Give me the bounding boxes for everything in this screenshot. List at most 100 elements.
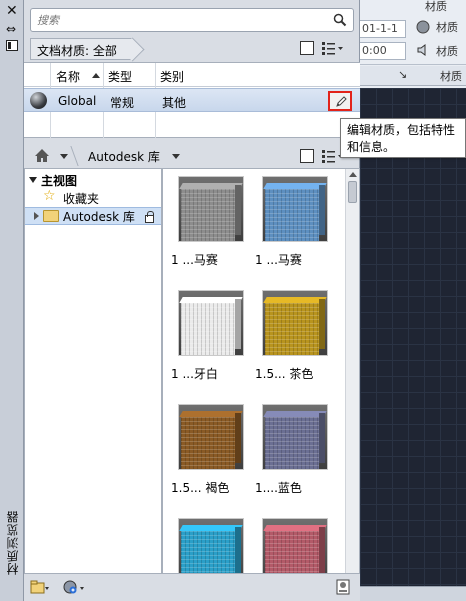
cube-front-face xyxy=(181,531,235,573)
search-icon[interactable] xyxy=(333,13,347,27)
document-materials-bar: 文档材质: 全部 xyxy=(30,38,354,60)
status-bar xyxy=(360,586,466,601)
scroll-up-icon[interactable] xyxy=(349,172,357,177)
cube-top-face xyxy=(263,183,327,189)
material-browser-panel: 文档材质: 全部 名称 类型 类别 Global 常规 其他 xyxy=(24,0,360,601)
cube-side-face xyxy=(235,413,241,463)
cube-front-face xyxy=(265,531,319,573)
star-icon: ☆ xyxy=(43,188,56,204)
ribbon-panel-bar: ↘ 材质 xyxy=(360,66,466,86)
list-view-icon[interactable] xyxy=(322,41,344,55)
library-breadcrumb[interactable]: Autodesk 库 xyxy=(88,146,160,166)
material-swatch-tile[interactable]: 1 ...马赛 xyxy=(251,177,335,287)
material-swatch-label: 1 ...牙白 xyxy=(171,367,218,381)
cube-side-face xyxy=(235,299,241,349)
home-dropdown-icon[interactable] xyxy=(60,154,68,159)
pencil-icon xyxy=(336,96,347,107)
cube-front-face xyxy=(265,189,319,241)
edit-material-tooltip: 编辑材质，包括特性 和信息。 xyxy=(340,118,466,158)
material-cube-preview xyxy=(179,405,243,469)
cube-top-face xyxy=(263,525,327,531)
column-header-name[interactable]: 名称 xyxy=(56,68,80,85)
autohide-icon[interactable]: ⇔ xyxy=(6,22,16,36)
sort-ascending-icon xyxy=(92,73,100,78)
cube-front-face xyxy=(181,303,235,355)
ribbon-item-material-1[interactable]: 材质 xyxy=(425,0,447,14)
column-header-type[interactable]: 类型 xyxy=(108,68,132,85)
library-dropdown-icon[interactable] xyxy=(172,154,180,159)
material-swatch-tile[interactable]: 1.5... 茶色 xyxy=(251,291,335,401)
sphere-icon xyxy=(416,20,430,34)
cube-top-face xyxy=(179,411,243,417)
material-cube-preview xyxy=(179,519,243,573)
cube-top-face xyxy=(263,297,327,303)
material-editor-icon[interactable] xyxy=(336,579,350,595)
expand-icon[interactable] xyxy=(34,212,39,220)
material-cube-preview xyxy=(263,291,327,355)
model-space-canvas[interactable] xyxy=(360,88,466,586)
tree-root-label: 主视图 xyxy=(41,174,78,188)
palette-title: 材质浏览器 xyxy=(6,510,20,575)
collapse-icon[interactable] xyxy=(29,177,37,183)
create-material-icon[interactable] xyxy=(62,579,86,595)
ribbon-panel-expander-icon[interactable]: ↘ xyxy=(398,68,407,81)
material-swatch-label: 1....蓝色 xyxy=(255,481,302,495)
tree-item-autodesk-library[interactable]: Autodesk 库 xyxy=(25,207,161,225)
cube-side-face xyxy=(319,527,325,573)
ribbon-panel-title: 材质 xyxy=(440,70,462,83)
material-swatch-tile[interactable]: 1 ...马赛 xyxy=(167,177,251,287)
material-swatch-tile[interactable]: 1....蓝色 xyxy=(251,405,335,515)
speaker-icon xyxy=(417,44,426,56)
library-display-toggle-icon[interactable] xyxy=(300,149,314,163)
document-materials-breadcrumb[interactable]: 文档材质: 全部 xyxy=(30,38,133,60)
material-cube-preview xyxy=(263,177,327,241)
scrollbar-thumb[interactable] xyxy=(348,181,357,203)
material-category: 其他 xyxy=(162,96,187,110)
material-swatch-label: 1 ...马赛 xyxy=(171,253,218,267)
cube-top-face xyxy=(179,183,243,189)
material-swatch-tile[interactable] xyxy=(251,519,335,573)
table-row[interactable]: Global 常规 其他 xyxy=(24,88,360,112)
cube-side-face xyxy=(235,527,241,573)
properties-icon[interactable] xyxy=(6,40,18,51)
material-cube-preview xyxy=(179,177,243,241)
table-header: 名称 类型 类别 xyxy=(24,63,360,87)
search-input[interactable] xyxy=(37,12,317,28)
tree-item-label: 收藏夹 xyxy=(63,192,100,206)
ribbon-separator xyxy=(360,64,466,65)
library-bar: Autodesk 库 xyxy=(30,146,354,166)
material-cube-preview xyxy=(263,405,327,469)
tree-item-favorites[interactable]: ☆ 收藏夹 xyxy=(25,188,161,207)
material-cube-preview xyxy=(179,291,243,355)
ribbon-item-material-2[interactable]: 材质 xyxy=(436,19,458,35)
cube-top-face xyxy=(179,525,243,531)
time-field[interactable]: 0:00 xyxy=(358,42,406,60)
material-type: 常规 xyxy=(110,96,135,110)
material-swatch-tile[interactable] xyxy=(167,519,251,573)
folder-icon xyxy=(43,210,59,222)
material-cube-preview xyxy=(263,519,327,573)
material-swatch-grid: 1 ...马赛 1 ...马赛 1 ...牙白 1.5... 茶色 1.5... 褐色 1… xyxy=(162,168,360,574)
display-toggle-icon[interactable] xyxy=(300,41,314,55)
library-tree: 主视图 ☆ 收藏夹 Autodesk 库 xyxy=(24,168,162,574)
material-sphere-icon xyxy=(30,92,47,109)
cube-front-face xyxy=(181,189,235,241)
tree-item-home-view[interactable]: 主视图 xyxy=(25,171,161,189)
vertical-scrollbar[interactable] xyxy=(345,169,359,573)
cube-side-face xyxy=(235,185,241,235)
cube-top-face xyxy=(179,297,243,303)
column-header-category[interactable]: 类别 xyxy=(160,68,184,85)
home-icon[interactable] xyxy=(34,148,50,163)
cube-front-face xyxy=(181,417,235,469)
manage-library-icon[interactable] xyxy=(30,579,50,595)
material-swatch-tile[interactable]: 1 ...牙白 xyxy=(167,291,251,401)
material-swatch-tile[interactable]: 1.5... 褐色 xyxy=(167,405,251,515)
date-field[interactable]: 01-1-1 xyxy=(358,20,406,38)
ribbon-item-material-3[interactable]: 材质 xyxy=(436,43,458,59)
edit-material-button[interactable] xyxy=(328,91,352,111)
tree-item-label: Autodesk 库 xyxy=(63,210,135,224)
material-swatch-label: 1 ...马赛 xyxy=(255,253,302,267)
close-icon[interactable]: ✕ xyxy=(6,3,18,19)
cube-top-face xyxy=(263,411,327,417)
cube-side-face xyxy=(319,299,325,349)
